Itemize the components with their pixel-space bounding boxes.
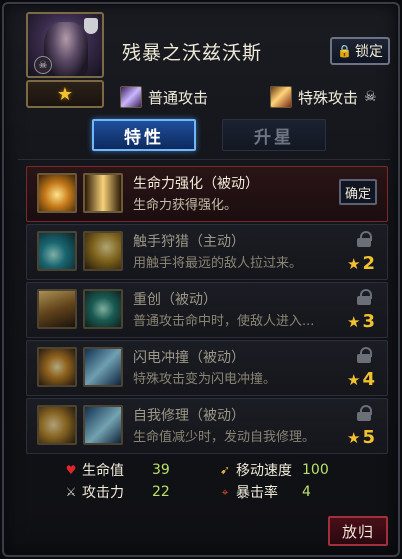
required-stars: ★ 3 <box>347 311 375 332</box>
heart-icon: ♥ <box>65 463 77 477</box>
lock-button-label: 锁定 <box>354 44 383 60</box>
required-stars: ★ 2 <box>347 253 375 274</box>
skill-desc: 生命力获得强化。 <box>133 198 238 213</box>
skill-title: 触手狩猎（主动） <box>133 234 245 250</box>
star-icon: ★ <box>56 83 74 105</box>
skill-title: 自我修理（被动） <box>133 408 245 424</box>
skill-row-self-repair[interactable]: 自我修理（被动） 生命值减少时，发动自我修理。 ★ 5 <box>26 398 388 454</box>
skill-row-tentacle-hunt[interactable]: 触手狩猎（主动） 用触手将最远的敌人拉过来。 ★ 2 <box>26 224 388 280</box>
stat-speed-value: 100 <box>302 462 329 478</box>
padlock-icon <box>357 347 372 363</box>
wound-icon <box>37 289 77 329</box>
heart-icon <box>37 173 77 213</box>
skill-desc: 用触手将最远的敌人拉过来。 <box>133 256 303 271</box>
sword-icon: ⚔ <box>65 485 77 499</box>
padlock-icon <box>357 405 372 421</box>
required-stars-value: 5 <box>362 427 375 448</box>
required-stars-value: 2 <box>362 253 375 274</box>
hero-detail-panel: ☠ ★ 残暴之沃兹沃斯 🔒 锁定 普通攻击 特殊攻击 ☠ 特性 升星 生命力强化… <box>2 2 400 557</box>
skill-list: 生命力强化（被动） 生命力获得强化。 确定 触手狩猎（主动） 用触手将最远的敌人… <box>18 159 390 454</box>
special-attack[interactable]: 特殊攻击 ☠ <box>270 86 377 108</box>
repair-icon <box>37 405 77 445</box>
skill-row-lightning-charge[interactable]: 闪电冲撞（被动） 特殊攻击变为闪电冲撞。 ★ 4 <box>26 340 388 396</box>
tab-bar: 特性 升星 <box>92 119 332 151</box>
stats-block: ♥ 生命值 39 ⚔ 攻击力 22 ➹ 移动速度 100 ⌖ 暴击率 4 <box>64 460 344 502</box>
stat-attack-label: 攻击力 <box>82 485 124 501</box>
boot-icon: ➹ <box>219 463 231 477</box>
stat-crit-label: 暴击率 <box>236 485 278 501</box>
required-stars: ★ 5 <box>347 427 375 448</box>
padlock-icon <box>357 289 372 305</box>
stat-attack: ⚔ 攻击力 22 <box>64 482 170 502</box>
skill-row-heavy-wound[interactable]: 重创（被动） 普通攻击命中时，使敌人进入... ★ 3 <box>26 282 388 338</box>
star-icon: ★ <box>347 370 361 389</box>
hero-portrait[interactable]: ☠ <box>26 12 104 78</box>
special-attack-icon <box>270 86 292 108</box>
lock-button[interactable]: 🔒 锁定 <box>330 37 390 65</box>
star-icon: ★ <box>347 428 361 447</box>
skull-badge-icon: ☠ <box>34 56 52 74</box>
star-icon: ★ <box>347 312 361 331</box>
skull-icon: ☠ <box>364 89 377 105</box>
crosshair-icon: ⌖ <box>221 484 229 499</box>
skill-desc: 普通攻击命中时，使敌人进入... <box>133 314 315 329</box>
normal-attack-icon <box>120 86 142 108</box>
stat-crit: ⌖ 暴击率 4 <box>218 482 311 502</box>
claw-icon <box>83 231 123 271</box>
release-button[interactable]: 放归 <box>328 516 388 546</box>
normal-attack[interactable]: 普通攻击 <box>120 86 208 108</box>
hero-star-rating: ★ <box>26 80 104 108</box>
normal-attack-label: 普通攻击 <box>148 88 209 107</box>
tentacle-icon <box>37 231 77 271</box>
stat-attack-value: 22 <box>152 484 170 500</box>
skill-desc: 生命值减少时，发动自我修理。 <box>133 430 316 445</box>
stat-crit-value: 4 <box>302 484 311 500</box>
skill-row-vitality[interactable]: 生命力强化（被动） 生命力获得强化。 确定 <box>26 166 388 222</box>
tag-icon <box>84 18 98 34</box>
stat-speed-label: 移动速度 <box>236 463 292 479</box>
confirm-button[interactable]: 确定 <box>339 179 377 205</box>
padlock-icon <box>357 231 372 247</box>
tab-traits[interactable]: 特性 <box>92 119 196 151</box>
skill-desc: 特殊攻击变为闪电冲撞。 <box>133 372 277 387</box>
sword-icon <box>83 173 123 213</box>
required-stars-value: 4 <box>362 369 375 390</box>
tab-star-up[interactable]: 升星 <box>222 119 326 151</box>
stat-hp: ♥ 生命值 39 <box>64 460 170 480</box>
required-stars: ★ 4 <box>347 369 375 390</box>
special-attack-label: 特殊攻击 <box>298 88 359 107</box>
lock-icon: 🔒 <box>337 44 352 58</box>
stat-speed: ➹ 移动速度 100 <box>218 460 329 480</box>
wrench-icon <box>83 405 123 445</box>
burst-icon <box>37 347 77 387</box>
stat-hp-value: 39 <box>152 462 170 478</box>
hero-name: 残暴之沃兹沃斯 <box>122 42 263 64</box>
swirl-icon <box>83 289 123 329</box>
skill-title: 重创（被动） <box>133 292 217 308</box>
stat-hp-label: 生命值 <box>82 463 124 479</box>
required-stars-value: 3 <box>362 311 375 332</box>
skill-title: 生命力强化（被动） <box>133 176 259 192</box>
star-icon: ★ <box>347 254 361 273</box>
skill-title: 闪电冲撞（被动） <box>133 350 245 366</box>
dash-icon <box>83 347 123 387</box>
